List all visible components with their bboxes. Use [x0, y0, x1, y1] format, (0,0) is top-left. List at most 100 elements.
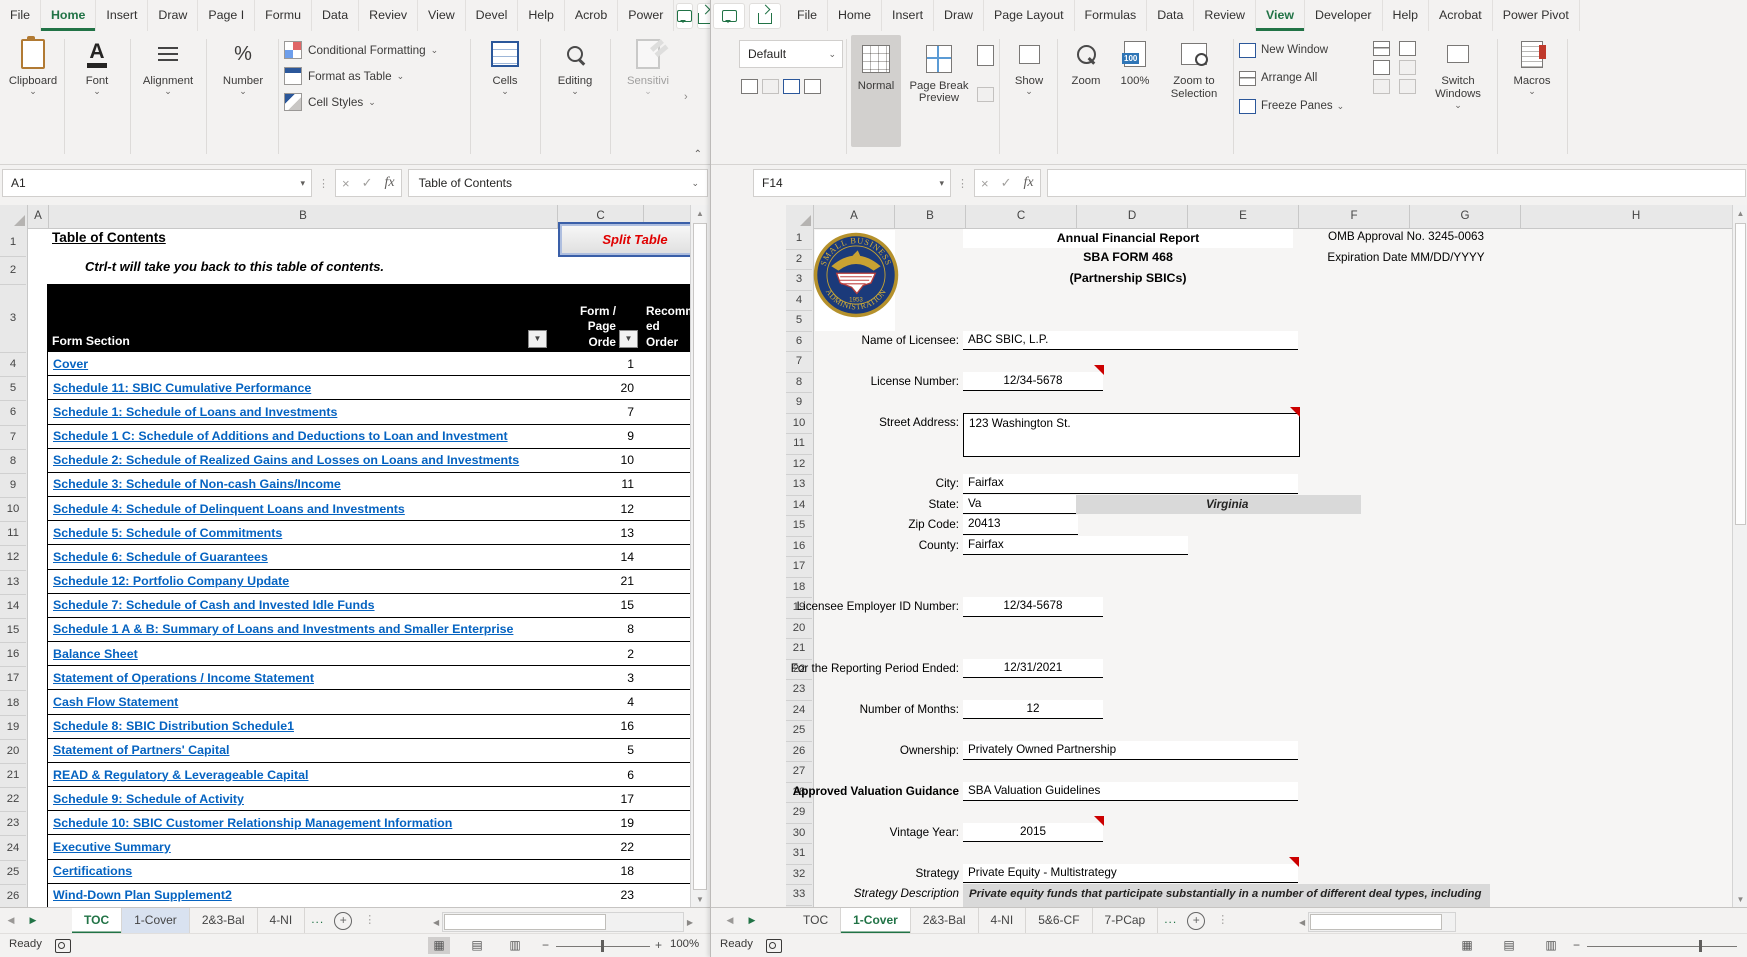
ribbon-tab-view[interactable]: View — [418, 0, 466, 31]
row-header-10[interactable]: 10 — [0, 497, 26, 522]
row-header-24[interactable]: 24 — [0, 835, 26, 860]
toc-link[interactable]: Schedule 10: SBIC Customer Relationship … — [53, 816, 452, 830]
field-value[interactable]: Fairfax — [963, 536, 1188, 556]
sheet-tab-4-ni[interactable]: 4-NI — [979, 908, 1027, 934]
field-value[interactable]: 123 Washington St. — [963, 413, 1300, 457]
field-value[interactable]: Va — [963, 495, 1078, 515]
row-header-1[interactable]: 1 — [0, 228, 26, 257]
view-side-by-side-icon[interactable] — [1399, 41, 1416, 56]
sheet-nav-right-icon[interactable]: ▶ — [741, 908, 763, 934]
row-header-4[interactable]: 4 — [0, 352, 26, 377]
row-header-17[interactable]: 17 — [0, 666, 26, 691]
row-header-7[interactable]: 7 — [786, 351, 812, 373]
macro-record-icon[interactable] — [766, 939, 782, 953]
insert-function-icon[interactable]: fx — [1024, 175, 1034, 191]
hide-icon[interactable] — [1373, 60, 1390, 75]
toc-link[interactable]: Schedule 12: Portfolio Company Update — [53, 574, 289, 588]
strategy-description-value[interactable]: Private equity funds that participate su… — [963, 884, 1490, 908]
split-table-button[interactable]: Split Table — [558, 222, 690, 257]
row-header-3[interactable]: 3 — [786, 269, 812, 291]
row-header-26[interactable]: 26 — [0, 884, 26, 908]
field-value[interactable]: Privately Owned Partnership — [963, 741, 1298, 761]
row-header-19[interactable]: 19 — [0, 715, 26, 740]
ribbon-tab-help[interactable]: Help — [518, 0, 564, 31]
ribbon-tab-formu[interactable]: Formu — [255, 0, 312, 31]
field-value[interactable]: 12/31/2021 — [963, 659, 1103, 679]
ribbon-tab-insert[interactable]: Insert — [882, 0, 934, 31]
comments-button[interactable] — [676, 3, 693, 29]
split-icon[interactable] — [1373, 41, 1390, 56]
ribbon-tab-data[interactable]: Data — [1147, 0, 1194, 31]
ribbon-tab-power-pivot[interactable]: Power Pivot — [1493, 0, 1580, 31]
new-sheet-icon[interactable]: + — [334, 912, 352, 930]
keep-sheet-view-icon[interactable] — [741, 79, 758, 94]
row-header-2[interactable]: 2 — [0, 256, 26, 285]
new-sheet-icon[interactable]: + — [1187, 912, 1205, 930]
toc-link[interactable]: Schedule 4: Schedule of Delinquent Loans… — [53, 502, 405, 516]
ribbon-tab-acrobat[interactable]: Acrobat — [1429, 0, 1493, 31]
scroll-down-icon[interactable]: ▼ — [1733, 891, 1747, 908]
ribbon-tab-file[interactable]: File — [787, 0, 828, 31]
macros-button[interactable]: Macros ⌄ — [1505, 35, 1559, 95]
row-header-31[interactable]: 31 — [786, 843, 812, 865]
name-box[interactable]: A1 ▾ — [2, 169, 312, 197]
ribbon-tab-acrob[interactable]: Acrob — [565, 0, 618, 31]
styles-item-cs[interactable]: Cell Styles⌄ — [284, 90, 470, 114]
sheet-tab-2-3-bal[interactable]: 2&3-Bal — [911, 908, 979, 934]
toc-link[interactable]: Schedule 1 C: Schedule of Additions and … — [53, 429, 508, 443]
more-sheets[interactable]: ... — [1158, 908, 1183, 934]
sheet-tab-1-cover[interactable]: 1-Cover — [841, 908, 911, 934]
zoom-out-icon[interactable]: − — [542, 938, 549, 952]
page-layout-view-icon[interactable]: ▤ — [1498, 937, 1520, 954]
editing-group-button[interactable]: Editing ⌄ — [544, 35, 606, 95]
toc-link[interactable]: Schedule 9: Schedule of Activity — [53, 792, 244, 806]
row-header-15[interactable]: 15 — [0, 618, 26, 643]
page-layout-small-icon[interactable] — [977, 45, 994, 66]
field-value[interactable]: 12/34-5678 — [963, 372, 1103, 392]
row-header-2[interactable]: 2 — [786, 249, 812, 271]
sensitivity-expander[interactable]: › — [684, 91, 688, 103]
formula-input[interactable]: Table of Contents ⌄ — [408, 169, 708, 197]
share-button[interactable] — [749, 3, 781, 29]
select-all-corner[interactable] — [0, 205, 28, 228]
row-header-12[interactable]: 12 — [786, 454, 812, 476]
arrange-all-button[interactable]: Arrange All — [1239, 67, 1357, 89]
right-horizontal-scrollbar[interactable]: ◀ — [1296, 912, 1456, 932]
row-header-9[interactable]: 9 — [0, 473, 26, 498]
field-value[interactable]: 12 — [963, 700, 1103, 720]
row-header-4[interactable]: 4 — [786, 290, 812, 312]
toc-link[interactable]: Cash Flow Statement — [53, 695, 178, 709]
cancel-icon[interactable]: × — [342, 176, 350, 191]
row-header-14[interactable]: 14 — [0, 594, 26, 619]
page-layout-view-icon[interactable]: ▤ — [466, 937, 488, 954]
row-header-22[interactable]: 22 — [0, 787, 26, 812]
number-group-button[interactable]: % Number ⌄ — [210, 35, 276, 95]
field-value[interactable]: 12/34-5678 — [963, 597, 1103, 617]
zoom-out-icon[interactable]: − — [1573, 938, 1580, 952]
cancel-icon[interactable]: × — [981, 176, 989, 191]
row-header-9[interactable]: 9 — [786, 392, 812, 414]
page-break-view-icon[interactable]: ▥ — [1540, 937, 1562, 954]
ribbon-tab-help[interactable]: Help — [1383, 0, 1429, 31]
row-header-6[interactable]: 6 — [0, 400, 26, 425]
styles-item-cf[interactable]: Conditional Formatting⌄ — [284, 38, 470, 62]
row-header-1[interactable]: 1 — [786, 228, 812, 250]
row-header-8[interactable]: 8 — [0, 449, 26, 474]
row-header-7[interactable]: 7 — [0, 425, 26, 450]
page-break-preview-button[interactable]: Page Break Preview — [907, 35, 971, 104]
field-value[interactable]: Private Equity - Multistrategy — [963, 864, 1298, 884]
collapse-ribbon-icon[interactable]: ⌃ — [694, 149, 702, 160]
right-vertical-scrollbar[interactable]: ▲ ▼ — [1732, 205, 1747, 908]
filter-dropdown-icon[interactable]: ▼ — [528, 330, 547, 348]
sheet-view-select[interactable]: Default ⌄ — [739, 40, 843, 68]
toc-link[interactable]: Wind-Down Plan Supplement2 — [53, 888, 232, 902]
zoom-in-icon[interactable]: + — [655, 938, 662, 952]
share-button[interactable] — [697, 3, 710, 29]
sheet-nav-right-icon[interactable]: ▶ — [22, 908, 44, 934]
row-header-17[interactable]: 17 — [786, 556, 812, 578]
row-header-20[interactable]: 20 — [786, 618, 812, 640]
row-header-25[interactable]: 25 — [0, 860, 26, 885]
toc-link[interactable]: Statement of Partners' Capital — [53, 743, 229, 757]
comments-button[interactable] — [713, 3, 745, 29]
row-header-29[interactable]: 29 — [786, 802, 812, 824]
